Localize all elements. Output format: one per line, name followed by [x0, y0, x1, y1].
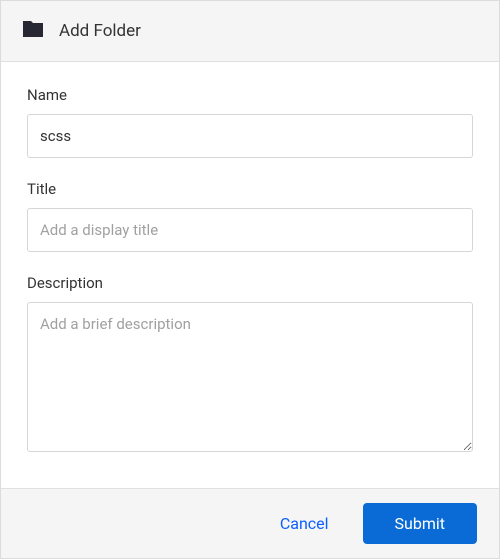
form-group-name: Name: [27, 86, 473, 158]
dialog-title: Add Folder: [59, 21, 141, 41]
folder-icon: [21, 17, 45, 45]
dialog-footer: Cancel Submit: [1, 488, 499, 558]
form-body: Name Title Description: [1, 62, 499, 488]
dialog-header: Add Folder: [1, 1, 499, 62]
submit-button[interactable]: Submit: [363, 503, 477, 544]
title-input[interactable]: [27, 208, 473, 252]
form-group-title: Title: [27, 180, 473, 252]
form-group-description: Description: [27, 274, 473, 456]
cancel-button[interactable]: Cancel: [266, 504, 343, 543]
description-label: Description: [27, 274, 473, 292]
name-label: Name: [27, 86, 473, 104]
title-label: Title: [27, 180, 473, 198]
name-input[interactable]: [27, 114, 473, 158]
description-textarea[interactable]: [27, 302, 473, 452]
